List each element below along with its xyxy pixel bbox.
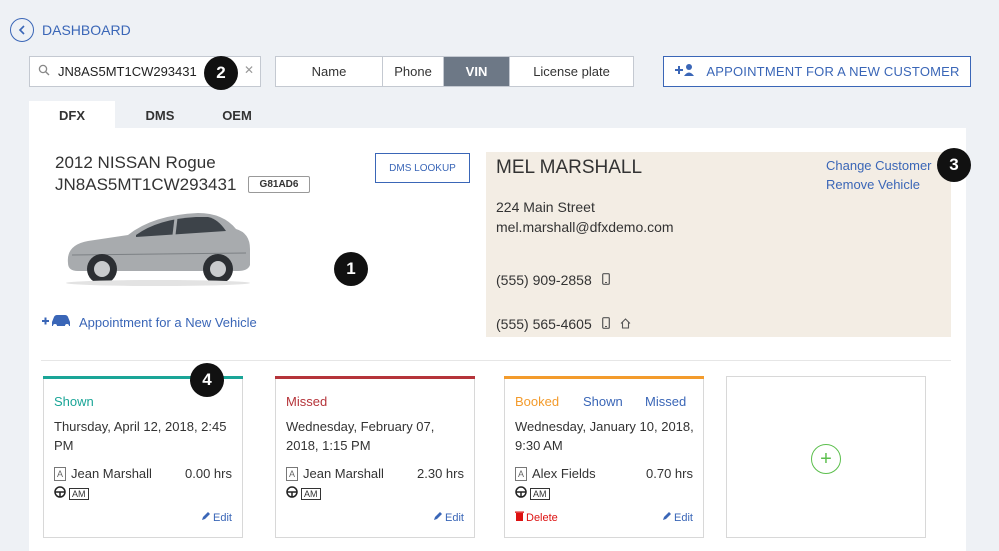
trash-icon — [515, 511, 524, 524]
appointment-new-vehicle-link[interactable]: Appointment for a New Vehicle — [41, 314, 257, 331]
change-customer-link[interactable]: Change Customer — [826, 158, 932, 173]
edit-button[interactable]: Edit — [201, 511, 232, 524]
vehicle-vin: JN8AS5MT1CW293431 — [55, 175, 237, 194]
dms-lookup-button[interactable]: DMS LOOKUP — [375, 153, 470, 183]
remove-vehicle-link[interactable]: Remove Vehicle — [826, 177, 920, 192]
advisor-icon: A — [54, 466, 66, 481]
new-vehicle-label: Appointment for a New Vehicle — [79, 315, 257, 330]
advisor: A Jean Marshall — [286, 466, 384, 481]
appointment-datetime: Thursday, April 12, 2018, 2:45 PM — [54, 419, 227, 453]
appointment-card: Shown Thursday, April 12, 2018, 2:45 PM … — [43, 376, 243, 538]
hours: 0.70 hrs — [646, 466, 693, 481]
add-car-icon — [41, 314, 71, 331]
appointment-datetime: Wednesday, February 07, 2018, 1:15 PM — [286, 419, 435, 453]
tab-dfx[interactable]: DFX — [29, 101, 115, 129]
callout-1: 1 — [334, 252, 368, 286]
add-person-icon — [674, 63, 696, 80]
status-label: Shown — [54, 394, 94, 409]
dashboard-label: DASHBOARD — [42, 22, 131, 38]
edit-button[interactable]: Edit — [433, 511, 464, 524]
filter-name[interactable]: Name — [276, 57, 383, 86]
home-icon — [620, 316, 631, 332]
mobile-phone-icon — [601, 272, 610, 288]
callout-2: 2 — [204, 56, 238, 90]
appointment-new-customer-button[interactable]: APPOINTMENT FOR A NEW CUSTOMER — [663, 56, 971, 87]
status-booked[interactable]: Booked — [515, 394, 559, 409]
status-label: Missed — [286, 394, 328, 409]
tab-oem[interactable]: OEM — [205, 101, 269, 129]
delete-button[interactable]: Delete — [515, 511, 558, 524]
advisor-icon: A — [286, 466, 298, 481]
search-value: JN8AS5MT1CW293431 — [58, 64, 197, 79]
pencil-icon — [662, 511, 672, 524]
steering-wheel-icon — [286, 485, 298, 503]
license-plate-badge: G81AD6 — [248, 176, 310, 193]
source-tabs: DFX DMS OEM — [29, 101, 269, 129]
pencil-icon — [201, 511, 211, 524]
time-tag: AM — [286, 485, 321, 503]
steering-wheel-icon — [54, 485, 66, 503]
plus-icon[interactable]: + — [811, 444, 841, 474]
customer-address: 224 Main Street — [496, 199, 595, 215]
status-shown[interactable]: Shown — [583, 394, 623, 409]
new-customer-label: APPOINTMENT FOR A NEW CUSTOMER — [706, 64, 960, 79]
filter-vin[interactable]: VIN — [444, 57, 510, 86]
time-tag: AM — [54, 485, 89, 503]
time-tag: AM — [515, 485, 550, 503]
appointment-card: Booked Shown Missed Wednesday, January 1… — [504, 376, 704, 538]
callout-4: 4 — [190, 363, 224, 397]
filter-license-plate[interactable]: License plate — [510, 57, 633, 86]
steering-wheel-icon — [515, 485, 527, 503]
mobile-phone-icon — [601, 316, 610, 332]
pencil-icon — [433, 511, 443, 524]
status-missed[interactable]: Missed — [645, 394, 686, 409]
edit-button[interactable]: Edit — [662, 511, 693, 524]
vehicle-model: 2012 NISSAN Rogue — [55, 153, 216, 172]
divider — [41, 360, 951, 361]
chevron-left-icon — [10, 18, 34, 42]
search-icon — [38, 64, 50, 79]
clear-icon[interactable]: ✕ — [244, 63, 254, 77]
search-filter-group: Name Phone VIN License plate — [275, 56, 634, 87]
vehicle-info: 2012 NISSAN Rogue JN8AS5MT1CW293431 — [55, 152, 236, 196]
tab-dms[interactable]: DMS — [115, 101, 205, 129]
customer-name: MEL MARSHALL — [496, 157, 643, 178]
appointment-datetime: Wednesday, January 10, 2018, 9:30 AM — [515, 419, 694, 453]
customer-phone-home: (555) 565-4605 — [496, 316, 631, 332]
advisor: A Jean Marshall — [54, 466, 152, 481]
status-bar — [504, 376, 704, 379]
customer-phone-mobile: (555) 909-2858 — [496, 272, 610, 288]
hours: 0.00 hrs — [185, 466, 232, 481]
filter-phone[interactable]: Phone — [383, 57, 444, 86]
customer-email: mel.marshall@dfxdemo.com — [496, 219, 674, 235]
callout-3: 3 — [937, 148, 971, 182]
hours: 2.30 hrs — [417, 466, 464, 481]
status-bar — [275, 376, 475, 379]
appointment-card: Missed Wednesday, February 07, 2018, 1:1… — [275, 376, 475, 538]
dashboard-back-link[interactable]: DASHBOARD — [10, 18, 131, 42]
vehicle-image — [58, 205, 258, 292]
advisor-icon: A — [515, 466, 527, 481]
advisor: A Alex Fields — [515, 466, 596, 481]
